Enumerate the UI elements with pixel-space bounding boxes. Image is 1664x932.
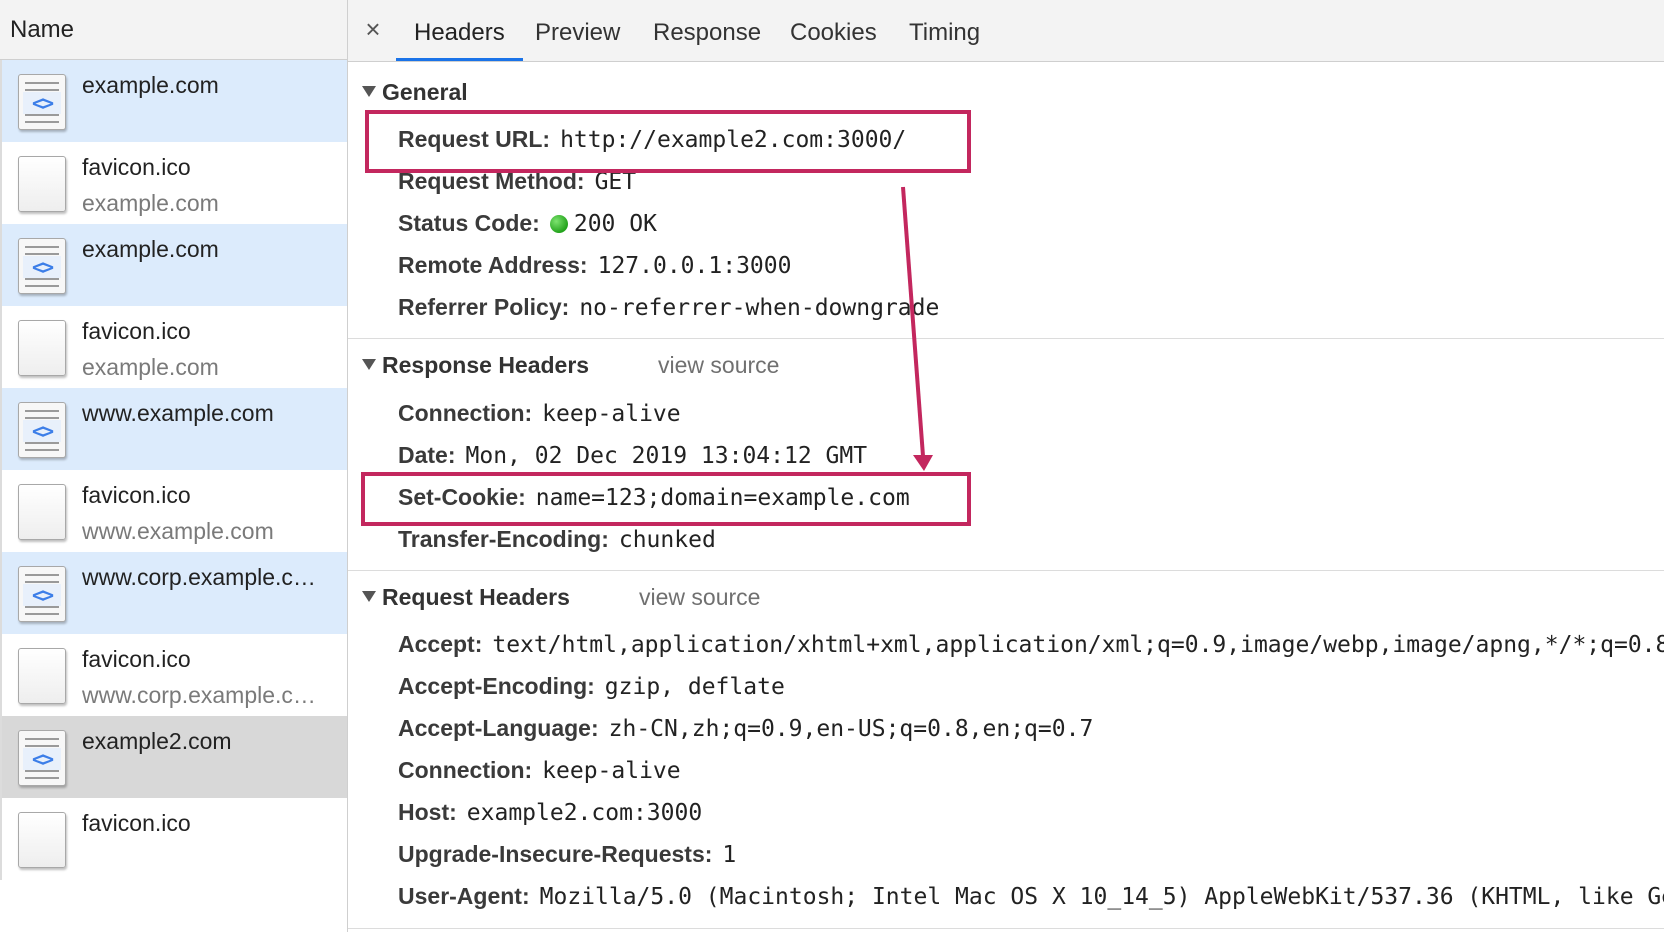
annotation-arrow-icon xyxy=(901,186,933,471)
